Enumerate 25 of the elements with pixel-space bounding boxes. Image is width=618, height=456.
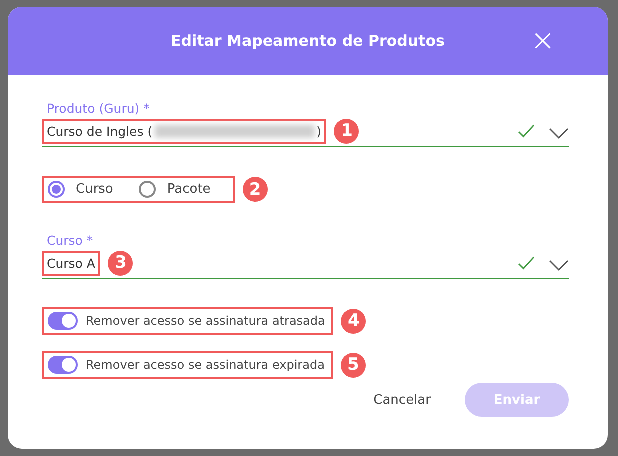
radio-label[interactable]: Pacote xyxy=(167,182,211,197)
product-select[interactable]: Curso de Ingles ( ) 1 xyxy=(42,116,569,147)
annotation-badge: 5 xyxy=(340,352,366,378)
field-value: ) xyxy=(316,124,322,138)
radio-label[interactable]: Curso xyxy=(76,182,114,197)
field-value: Curso de Ingles ( xyxy=(47,124,153,138)
field-value: Curso A xyxy=(47,256,96,270)
annotation-badge: 3 xyxy=(108,250,134,276)
course-select[interactable]: Curso A 3 xyxy=(42,248,569,279)
dialog-title: Editar Mapeamento de Produtos xyxy=(171,32,445,50)
toggle-label: Remover acesso se assinatura expirada xyxy=(86,358,325,372)
chevron-down-icon[interactable] xyxy=(549,128,569,139)
chevron-down-icon[interactable] xyxy=(549,260,569,271)
toggle-switch[interactable] xyxy=(48,356,78,374)
annotation-badge: 4 xyxy=(341,308,366,334)
cancel-button[interactable]: Cancelar xyxy=(370,386,435,414)
annotation-badge: 2 xyxy=(242,177,268,202)
toggle-label: Remover acesso se assinatura atrasada xyxy=(86,314,326,328)
close-icon[interactable] xyxy=(534,32,552,50)
field-label: Curso * xyxy=(47,233,94,248)
radio-button[interactable] xyxy=(48,181,65,198)
field-label: Produto (Guru) * xyxy=(47,101,151,116)
toggle-switch[interactable] xyxy=(48,312,78,330)
radio-button[interactable] xyxy=(139,181,156,198)
annotation-badge: 1 xyxy=(334,118,360,144)
